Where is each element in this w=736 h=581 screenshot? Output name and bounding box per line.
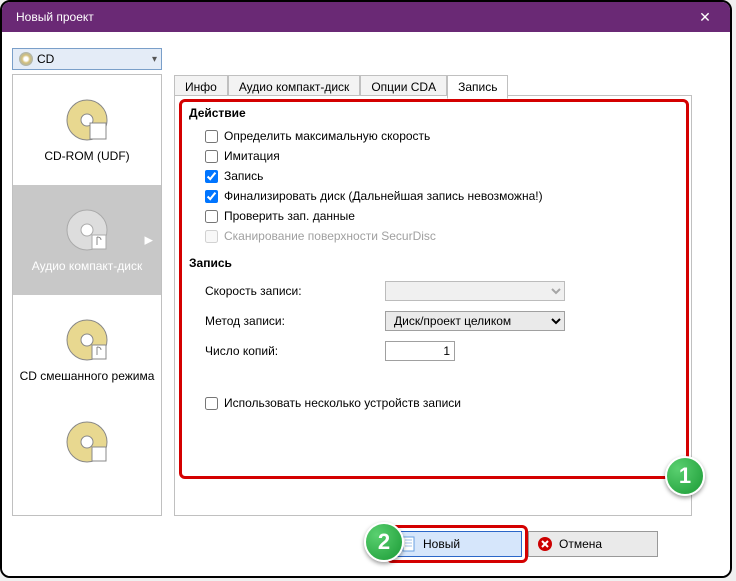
project-item-label: Аудио компакт-диск (32, 259, 143, 273)
annotation-badge-2: 2 (364, 522, 404, 562)
checkbox-surface-scan (205, 230, 218, 243)
project-type-list[interactable]: CD-ROM (UDF) Аудио компакт-диск ▶ (12, 74, 162, 516)
write-group-title: Запись (175, 246, 691, 276)
action-group-title: Действие (175, 96, 691, 126)
chevron-down-icon: ▾ (152, 54, 157, 65)
input-copies[interactable] (385, 341, 455, 361)
label-simulation: Имитация (224, 149, 280, 163)
checkbox-verify[interactable] (205, 210, 218, 223)
cdrom-icon (64, 97, 110, 143)
project-item-label: CD смешанного режима (20, 369, 155, 383)
checkbox-detect-max-speed[interactable] (205, 130, 218, 143)
label-speed: Скорость записи: (205, 284, 385, 298)
label-detect-max-speed: Определить максимальную скорость (224, 129, 430, 143)
close-icon[interactable]: ✕ (690, 9, 720, 26)
disc-icon (19, 52, 33, 66)
checkbox-finalize[interactable] (205, 190, 218, 203)
mixed-cd-icon (64, 317, 110, 363)
checkbox-write[interactable] (205, 170, 218, 183)
label-copies: Число копий: (205, 344, 385, 358)
project-item-label: CD-ROM (UDF) (44, 149, 129, 163)
new-button[interactable]: Новый (392, 531, 522, 557)
annotation-badge-1: 1 (665, 456, 705, 496)
label-write: Запись (224, 169, 263, 183)
select-write-speed[interactable] (385, 281, 565, 301)
checkbox-simulation[interactable] (205, 150, 218, 163)
tab-write-body: Действие Определить максимальную скорост… (174, 95, 692, 516)
checkbox-multi-device[interactable] (205, 397, 218, 410)
disc-icon (64, 419, 110, 465)
select-write-method[interactable]: Диск/проект целиком (385, 311, 565, 331)
label-method: Метод записи: (205, 314, 385, 328)
project-item-extra[interactable] (13, 405, 161, 485)
new-button-label: Новый (423, 537, 460, 551)
tab-write[interactable]: Запись (447, 75, 508, 99)
project-item-audio-cd[interactable]: Аудио компакт-диск ▶ (13, 185, 161, 295)
label-finalize: Финализировать диск (Дальнейшая запись н… (224, 189, 543, 203)
cancel-button-label: Отмена (559, 537, 602, 551)
label-multi-device: Использовать несколько устройств записи (224, 396, 461, 410)
project-item-cdrom-udf[interactable]: CD-ROM (UDF) (13, 75, 161, 185)
titlebar: Новый проект ✕ (2, 2, 730, 32)
project-item-mixed-cd[interactable]: CD смешанного режима (13, 295, 161, 405)
window-title: Новый проект (16, 10, 94, 24)
play-arrow-icon: ▶ (145, 234, 153, 247)
audio-cd-icon (64, 207, 110, 253)
disc-type-label: CD (37, 52, 152, 66)
cancel-button[interactable]: Отмена (528, 531, 658, 557)
label-verify: Проверить зап. данные (224, 209, 355, 223)
label-surface-scan: Сканирование поверхности SecurDisc (224, 229, 436, 243)
cancel-icon (537, 536, 553, 552)
disc-type-dropdown[interactable]: CD ▾ (12, 48, 162, 70)
